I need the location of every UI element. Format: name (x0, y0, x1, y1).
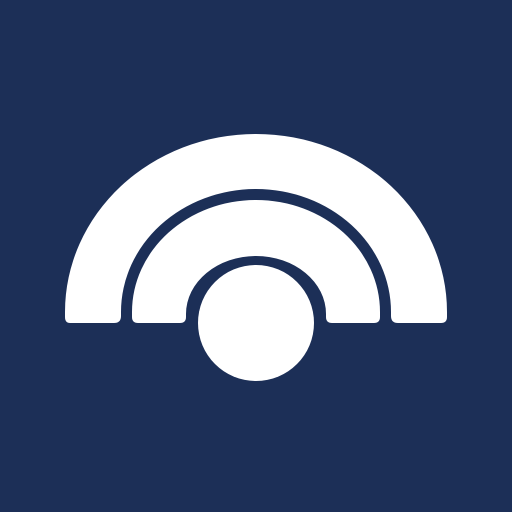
app-icon-canvas (0, 0, 512, 512)
center-dot-shape (198, 265, 314, 381)
signal-arcs-logo-icon (0, 0, 512, 512)
